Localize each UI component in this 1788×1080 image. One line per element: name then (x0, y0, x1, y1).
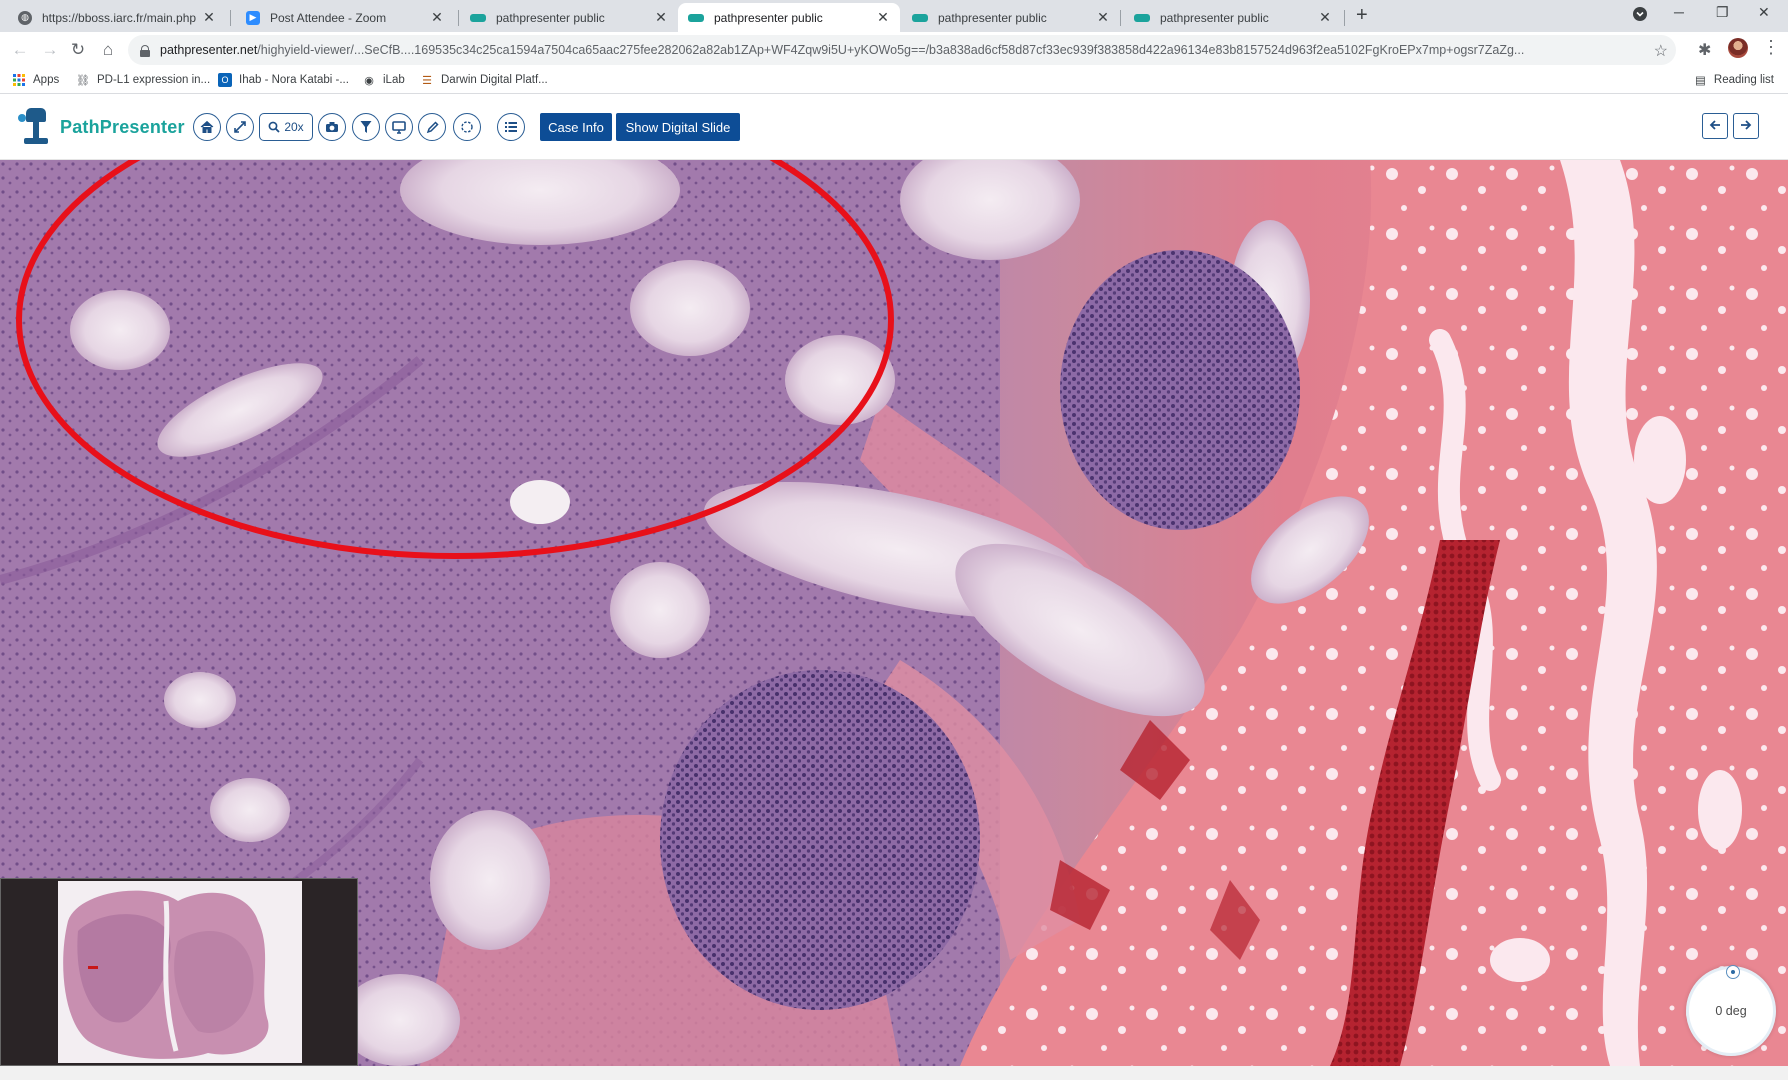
microscope-icon (18, 108, 54, 146)
pathpresenter-icon (688, 13, 704, 22)
tab-separator (230, 10, 231, 26)
rotation-knob-icon[interactable] (1726, 965, 1740, 979)
menu-kebab-icon[interactable]: ⋮ (1762, 37, 1780, 58)
minimap-slide (58, 881, 302, 1063)
home-icon[interactable] (193, 113, 221, 141)
window-close-icon[interactable]: ✕ (1758, 4, 1770, 21)
lasso-icon[interactable] (453, 113, 481, 141)
apps-grid-icon (12, 73, 26, 87)
status-bar (0, 1066, 1788, 1080)
globe-icon: ◍ (18, 10, 32, 25)
brand-name: PathPresenter (60, 116, 185, 137)
minimap-viewport-marker (88, 966, 98, 969)
bookmark-darwin[interactable]: ☰ Darwin Digital Platf... (420, 73, 548, 87)
reload-icon[interactable]: ↻ (66, 38, 90, 62)
link-icon: ⛓ (76, 74, 90, 87)
close-icon[interactable]: ✕ (430, 9, 444, 26)
tab-pathpresenter-1[interactable]: pathpresenter public ✕ (460, 3, 678, 32)
tab-bboss[interactable]: ◍ https://bboss.iarc.fr/main.php ✕ (8, 3, 226, 32)
close-icon[interactable]: ✕ (202, 9, 216, 26)
tab-label: pathpresenter public (938, 10, 1047, 25)
bookmark-outlook[interactable]: O Ihab - Nora Katabi -... (218, 73, 349, 87)
tab-pathpresenter-3[interactable]: pathpresenter public ✕ (902, 3, 1120, 32)
zoom-icon (268, 121, 280, 133)
slide-viewer[interactable]: 0 deg (0, 160, 1788, 1066)
reading-list-icon: ▤ (1695, 75, 1706, 87)
url-path: /highyield-viewer/...SeCfB....169535c34c… (257, 43, 1525, 57)
bookmark-label: Apps (33, 74, 60, 86)
rotation-dial[interactable]: 0 deg (1686, 965, 1776, 1056)
tab-separator (458, 10, 459, 26)
bookmark-apps[interactable]: Apps (12, 73, 59, 87)
address-bar[interactable]: pathpresenter.net /highyield-viewer/...S… (128, 35, 1676, 65)
pencil-icon[interactable] (418, 113, 446, 141)
reading-list-label: Reading list (1713, 74, 1774, 86)
prev-slide-button[interactable] (1702, 113, 1728, 139)
tab-strip: ◍ https://bboss.iarc.fr/main.php ✕ ▶ Pos… (0, 0, 1788, 32)
url-host: pathpresenter.net (160, 43, 258, 57)
show-digital-slide-button[interactable]: Show Digital Slide (616, 113, 740, 141)
tab-pathpresenter-active[interactable]: pathpresenter public ✕ (678, 3, 900, 32)
profile-avatar[interactable] (1728, 38, 1748, 58)
camera-icon[interactable] (318, 113, 346, 141)
bookmark-pdl1[interactable]: ⛓ PD-L1 expression in... (76, 73, 210, 87)
ilab-icon: ◉ (364, 74, 374, 87)
monitor-icon[interactable] (385, 113, 413, 141)
tab-label: Post Attendee - Zoom (270, 10, 387, 25)
app-header: PathPresenter 20x Case Info Show Digital… (0, 94, 1788, 160)
tab-search-icon[interactable] (1632, 6, 1648, 25)
bookmark-label: PD-L1 expression in... (97, 74, 211, 86)
extensions-icon[interactable]: ✱ (1698, 40, 1711, 60)
new-tab-button[interactable]: + (1356, 4, 1368, 27)
zoom-level: 20x (284, 120, 304, 134)
darwin-icon: ☰ (422, 74, 432, 87)
bookmark-label: iLab (383, 74, 405, 86)
tab-label: pathpresenter public (714, 10, 823, 25)
tab-label: pathpresenter public (1160, 10, 1269, 25)
bookmark-label: Darwin Digital Platf... (441, 74, 548, 86)
tab-zoom[interactable]: ▶ Post Attendee - Zoom ✕ (236, 3, 454, 32)
restore-icon[interactable]: ❐ (1716, 4, 1729, 21)
reading-list-button[interactable]: ▤ Reading list (1695, 73, 1774, 87)
tab-separator (1344, 10, 1345, 26)
pathpresenter-icon (470, 13, 486, 22)
forward-icon[interactable]: → (38, 38, 62, 62)
close-icon[interactable]: ✕ (654, 9, 668, 26)
next-slide-button[interactable] (1733, 113, 1759, 139)
minimize-icon[interactable]: ─ (1674, 4, 1684, 20)
close-icon[interactable]: ✕ (876, 9, 890, 26)
case-info-button[interactable]: Case Info (540, 113, 612, 141)
tab-separator (1120, 10, 1121, 26)
bookmarks-bar: Apps ⛓ PD-L1 expression in... O Ihab - N… (0, 68, 1788, 94)
back-icon[interactable]: ← (8, 38, 32, 62)
arrow-left-icon (1709, 118, 1721, 134)
pathpresenter-icon (912, 13, 928, 22)
lock-icon (140, 44, 150, 57)
outlook-icon: O (218, 73, 232, 87)
browser-toolbar: ← → ↻ ⌂ pathpresenter.net /highyield-vie… (0, 32, 1788, 68)
slide-overview-minimap[interactable] (0, 878, 358, 1066)
tab-label: https://bboss.iarc.fr/main.php (42, 10, 197, 25)
zoom-level-button[interactable]: 20x (259, 113, 313, 141)
bookmark-label: Ihab - Nora Katabi -... (239, 74, 349, 86)
home-browser-icon[interactable]: ⌂ (96, 38, 120, 62)
close-icon[interactable]: ✕ (1096, 9, 1110, 26)
rotation-value: 0 deg (1715, 1004, 1747, 1018)
pathpresenter-icon (1134, 13, 1150, 22)
tab-label: pathpresenter public (496, 10, 605, 25)
tab-pathpresenter-4[interactable]: pathpresenter public ✕ (1124, 3, 1342, 32)
filter-icon[interactable] (352, 113, 380, 141)
bookmark-ilab[interactable]: ◉ iLab (362, 73, 405, 87)
zoom-icon: ▶ (246, 10, 260, 25)
arrow-right-icon (1740, 118, 1752, 134)
pathpresenter-logo[interactable]: PathPresenter (18, 108, 185, 146)
expand-icon[interactable] (226, 113, 254, 141)
list-icon[interactable] (497, 113, 525, 141)
bookmark-star-icon[interactable]: ☆ (1654, 41, 1668, 61)
close-icon[interactable]: ✕ (1318, 9, 1332, 26)
